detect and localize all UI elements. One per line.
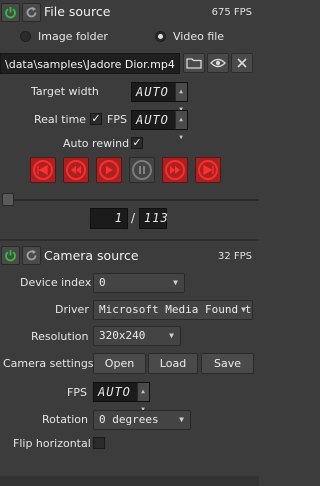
driver-value: Microsoft Media Foundation (99, 303, 252, 316)
camera-source-title: Camera source (44, 248, 139, 263)
power-toggle-button[interactable] (1, 3, 20, 22)
timeline-track[interactable] (14, 199, 259, 201)
camera-fps-label: FPS (67, 386, 87, 399)
fps-field[interactable]: AUTO ▲ ▼ (131, 110, 188, 141)
target-width-value: AUTO (136, 85, 169, 99)
power-icon (5, 7, 16, 19)
camera-source-fps: 32 FPS (217, 251, 252, 262)
skip-to-start-button[interactable] (30, 157, 56, 183)
video-path-text: \data\samples\Jadore Dior.mp4 (5, 58, 175, 71)
close-icon (237, 58, 247, 68)
camera-fps-spinner[interactable]: ▲ ▼ (137, 383, 149, 413)
timeline-handle[interactable] (2, 193, 14, 206)
preview-button[interactable] (207, 53, 229, 73)
chevron-down-icon: ▼ (238, 301, 246, 319)
flip-horizontal-checkbox[interactable] (93, 437, 105, 449)
device-index-label: Device index (20, 276, 92, 289)
panel-footer (0, 476, 259, 486)
target-width-field[interactable]: AUTO ▲ ▼ (131, 82, 188, 113)
eye-icon (210, 58, 226, 68)
image-folder-radio[interactable] (20, 31, 31, 42)
rotation-value: 0 degrees (99, 413, 159, 426)
chevron-down-icon: ▼ (169, 331, 174, 340)
chevron-up-icon: ▲ (141, 388, 146, 395)
current-frame-value: 1 (114, 211, 123, 225)
save-button[interactable]: Save (201, 353, 254, 374)
video-file-label: Video file (173, 30, 225, 43)
flip-horizontal-label: Flip horizontal (13, 437, 91, 450)
camera-fps-field[interactable]: AUTO ▲ ▼ (93, 382, 150, 413)
load-button[interactable]: Load (148, 353, 198, 374)
rewind-icon (66, 160, 86, 180)
file-source-title: File source (44, 4, 111, 19)
play-icon (99, 160, 119, 180)
camera-settings-label: Camera settings (3, 357, 94, 370)
video-path-input[interactable]: \data\samples\Jadore Dior.mp4 (0, 53, 180, 74)
resolution-label: Resolution (31, 330, 89, 343)
camera-fps-value: AUTO (98, 385, 131, 399)
auto-rewind-checkbox[interactable]: ✓ (131, 137, 143, 149)
total-frames-value: 113 (144, 211, 169, 225)
real-time-checkbox[interactable]: ✓ (90, 113, 102, 125)
fast-forward-button[interactable] (162, 157, 188, 183)
camera-power-toggle-button[interactable] (1, 246, 20, 265)
auto-rewind-label: Auto rewind (63, 137, 130, 150)
fast-forward-icon (165, 160, 185, 180)
pause-icon (132, 160, 152, 180)
video-file-radio[interactable] (155, 31, 166, 42)
skip-back-icon (33, 160, 53, 180)
resolution-value: 320x240 (99, 329, 146, 342)
total-frames-display: 113 (139, 208, 169, 229)
open-button[interactable]: Open (93, 353, 146, 374)
real-time-label: Real time (34, 113, 87, 126)
fps-label: FPS (107, 113, 127, 126)
target-width-label: Target width (31, 85, 99, 98)
chevron-down-icon: ▼ (179, 134, 184, 141)
chevron-up-icon: ▲ (179, 88, 184, 95)
fps-value: AUTO (136, 113, 169, 127)
chevron-up-icon: ▲ (179, 116, 184, 123)
refresh-button[interactable] (22, 3, 41, 22)
current-frame-display: 1 (90, 208, 128, 229)
device-index-value: 0 (99, 276, 106, 289)
fps-spinner[interactable]: ▲ ▼ (175, 111, 187, 141)
frame-separator: / (131, 211, 136, 225)
refresh-icon (26, 249, 37, 261)
rotation-label: Rotation (42, 413, 89, 426)
power-icon (5, 250, 16, 262)
rotation-select[interactable]: 0 degrees ▼ (93, 410, 191, 430)
folder-icon (186, 58, 202, 69)
pause-button[interactable] (129, 157, 155, 183)
skip-forward-icon (198, 160, 218, 180)
file-source-fps: 675 FPS (211, 7, 252, 18)
browse-folder-button[interactable] (183, 53, 205, 73)
target-width-spinner[interactable]: ▲ ▼ (175, 83, 187, 113)
driver-select[interactable]: Microsoft Media Foundation ▼ (93, 300, 253, 320)
camera-refresh-button[interactable] (22, 246, 41, 265)
refresh-icon (26, 6, 37, 18)
driver-label: Driver (55, 303, 89, 316)
skip-to-end-button[interactable] (195, 157, 221, 183)
chevron-down-icon: ▼ (179, 415, 184, 424)
rewind-button[interactable] (63, 157, 89, 183)
image-folder-label: Image folder (38, 30, 108, 43)
clear-path-button[interactable] (231, 53, 253, 73)
resolution-select[interactable]: 320x240 ▼ (93, 326, 181, 346)
chevron-down-icon: ▼ (173, 278, 178, 287)
panel-divider (0, 239, 259, 241)
device-index-select[interactable]: 0 ▼ (93, 273, 185, 293)
play-button[interactable] (96, 157, 122, 183)
